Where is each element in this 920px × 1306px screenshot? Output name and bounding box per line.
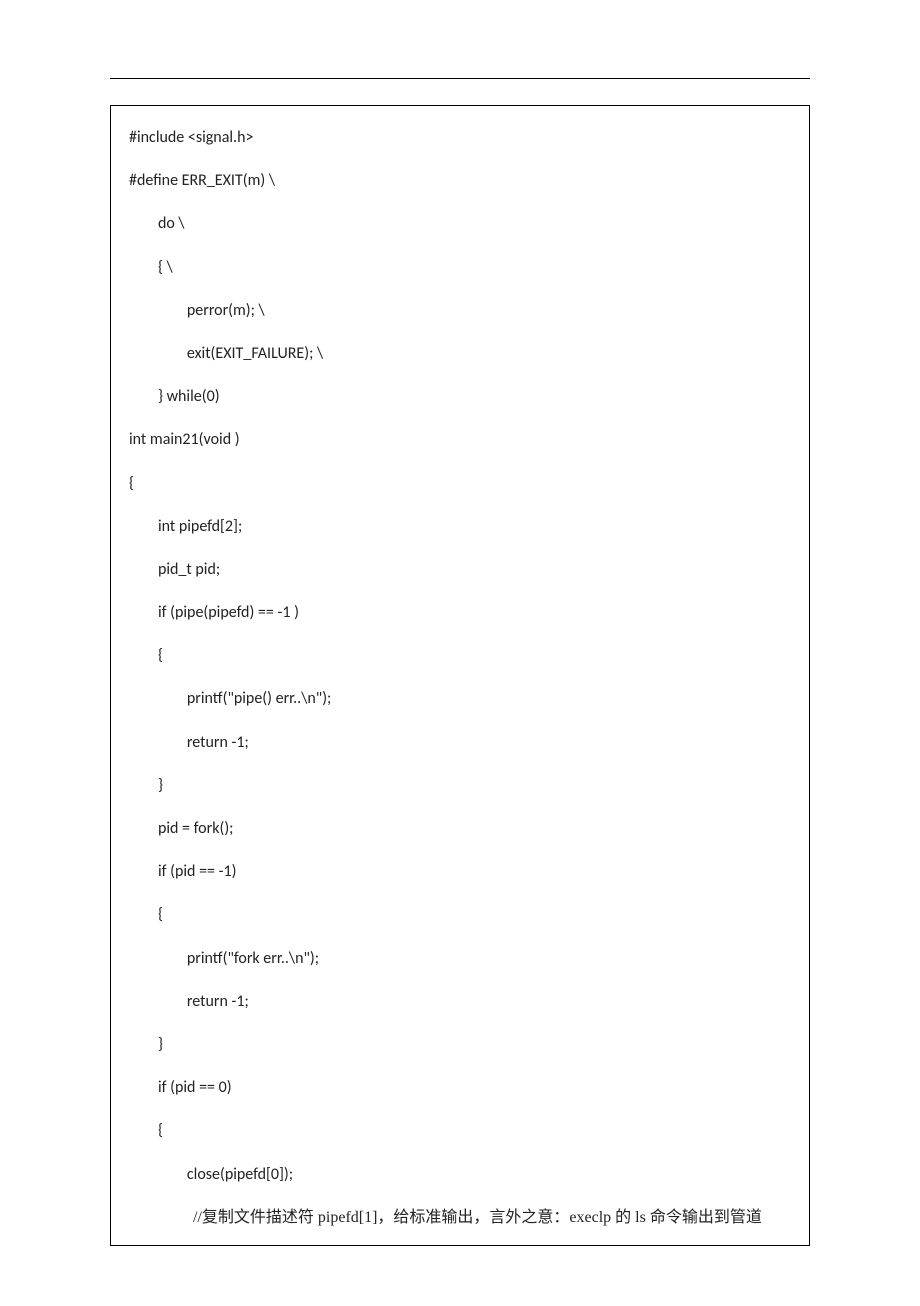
code-line: pid = fork(); [129, 807, 791, 850]
code-line: } [129, 764, 791, 807]
code-line: #define ERR_EXIT(m) \ [129, 159, 791, 202]
code-line: do \ [129, 202, 791, 245]
document-page: #include <signal.h> #define ERR_EXIT(m) … [0, 0, 920, 1306]
code-line: if (pid == 0) [129, 1066, 791, 1109]
code-line: } [129, 1023, 791, 1066]
code-line: close(pipefd[0]); [129, 1153, 791, 1196]
code-line: printf("fork err..\n"); [129, 937, 791, 980]
code-line: { [129, 1109, 791, 1152]
code-line: printf("pipe() err..\n"); [129, 677, 791, 720]
code-line: int main21(void ) [129, 418, 791, 461]
code-line: { [129, 893, 791, 936]
code-line: return -1; [129, 721, 791, 764]
code-line: #include <signal.h> [129, 116, 791, 159]
code-line: if (pid == -1) [129, 850, 791, 893]
code-line: perror(m); \ [129, 289, 791, 332]
code-line-comment: //复制文件描述符 pipefd[1]，给标准输出，言外之意：execlp 的 … [129, 1196, 791, 1239]
code-line: } while(0) [129, 375, 791, 418]
code-line: pid_t pid; [129, 548, 791, 591]
header-rule [110, 78, 810, 79]
code-line: { [129, 634, 791, 677]
code-box: #include <signal.h> #define ERR_EXIT(m) … [110, 105, 810, 1246]
code-line: { [129, 462, 791, 505]
code-line: { \ [129, 246, 791, 289]
code-line: exit(EXIT_FAILURE); \ [129, 332, 791, 375]
code-line: if (pipe(pipefd) == -1 ) [129, 591, 791, 634]
code-line: return -1; [129, 980, 791, 1023]
code-line: int pipefd[2]; [129, 505, 791, 548]
